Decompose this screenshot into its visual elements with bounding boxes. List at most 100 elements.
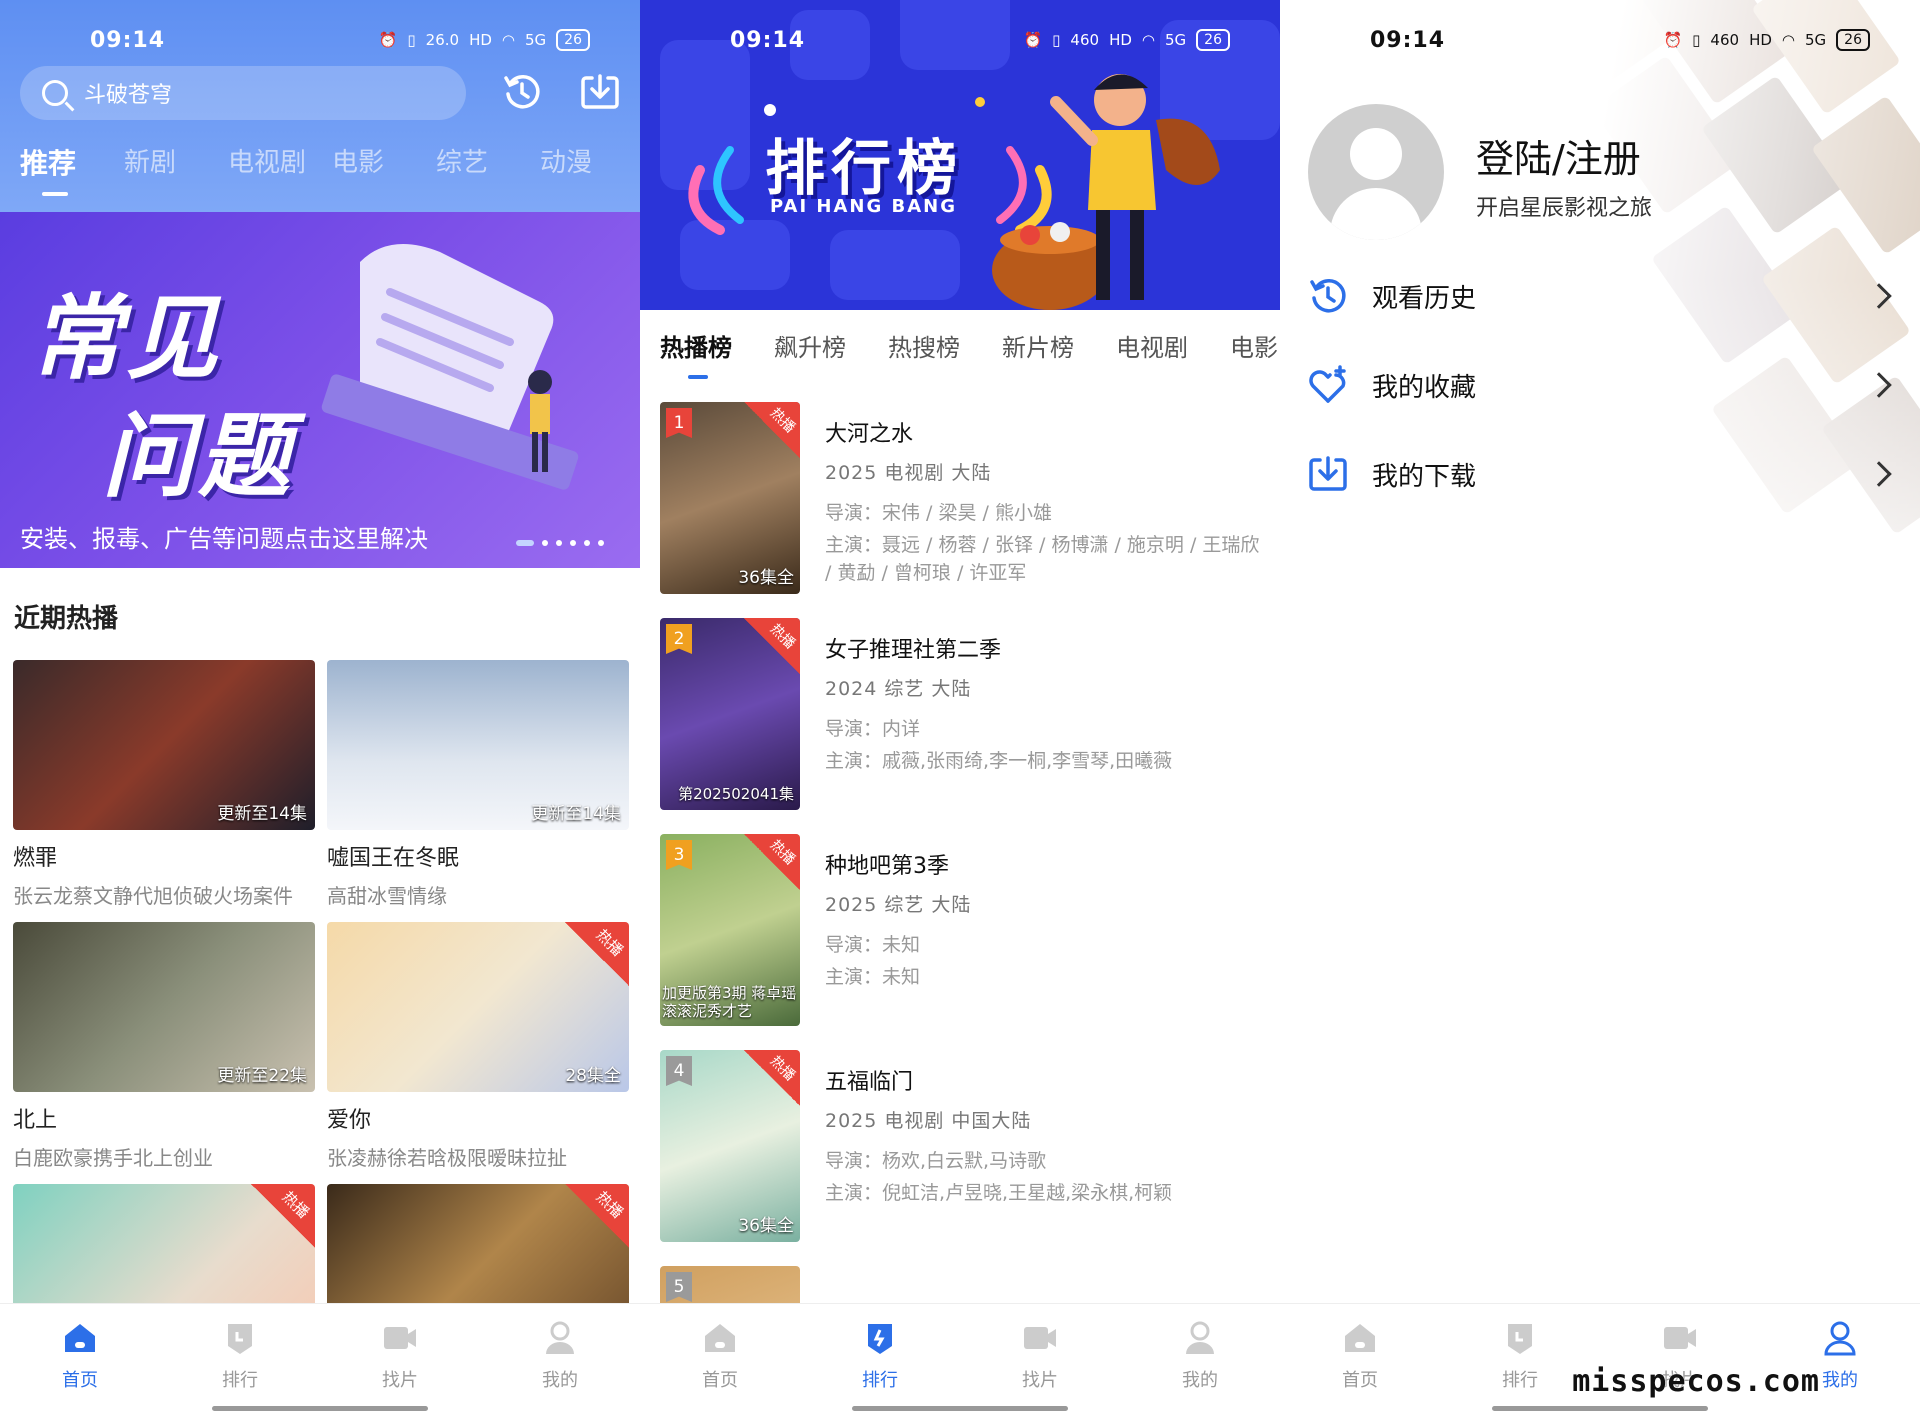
drama-subtitle: 高甜冰雪情缘 <box>327 884 447 908</box>
drama-card[interactable]: 更新至14集 嘘国王在冬眠 高甜冰雪情缘 <box>327 660 629 909</box>
net-speed: 460 <box>1070 31 1100 49</box>
net-speed: 460 <box>1710 31 1740 49</box>
drama-title: 北上 <box>13 1108 58 1133</box>
drama-thumbnail: 更新至14集 <box>13 660 315 830</box>
rank-item[interactable]: 3 热播 加更版第3期 蒋卓瑶滚滚泥秀才艺 种地吧第3季 2025 综艺 大陆 … <box>660 834 1260 1026</box>
drama-subtitle: 张云龙蔡文静代旭侦破火场案件 <box>13 884 293 908</box>
hot-ribbon: 热播 <box>744 1050 800 1106</box>
rank-director: 导演：宋伟 / 梁昊 / 熊小雄 <box>825 502 1052 524</box>
hd-icon: HD <box>1749 31 1772 49</box>
heart-plus-icon <box>1309 365 1346 403</box>
banner-pager <box>516 540 604 546</box>
rank-director: 导演：未知 <box>825 934 921 956</box>
episode-badge: 更新至14集 <box>531 804 621 824</box>
rank-meta: 2025 综艺 大陆 <box>825 894 972 916</box>
chevron-right-icon <box>1866 283 1892 309</box>
vibrate-icon: ▯ <box>1052 31 1061 49</box>
user-icon <box>1824 1321 1856 1356</box>
wifi-icon: ◠ <box>1781 31 1795 49</box>
alarm-icon: ⏰ <box>1023 31 1043 49</box>
banner-caption: 安装、报毒、广告等问题点击这里解决 <box>20 525 428 553</box>
avatar[interactable] <box>1308 104 1444 240</box>
rank-title: 五福临门 <box>825 1070 914 1095</box>
tab-new-drama[interactable]: 新剧 <box>124 142 228 182</box>
rank-number: 3 <box>666 840 692 870</box>
rank-meta: 2024 综艺 大陆 <box>825 678 972 700</box>
nav-home[interactable]: 首页 <box>30 1318 130 1423</box>
battery-icon: 26 <box>1196 29 1230 51</box>
hot-ribbon: 热播 <box>744 402 800 458</box>
home-indicator <box>212 1406 428 1411</box>
menu-favorites[interactable]: 我的收藏 <box>1306 355 1896 415</box>
tab-search[interactable]: 热搜榜 <box>888 328 960 363</box>
home-screen: 09:14 ⏰ ▯ 26.0 HD ◠ 5G 26 斗破苍穹 推荐 新剧 电视剧… <box>0 0 640 1423</box>
bottom-nav: 首页 排行 找片 我的 <box>1280 1303 1920 1423</box>
rank-cast: 主演：戚薇,张雨绮,李一桐,李雪琴,田曦薇 <box>825 750 1173 772</box>
drama-subtitle: 白鹿欧豪携手北上创业 <box>13 1146 213 1170</box>
rank-poster: 3 热播 加更版第3期 蒋卓瑶滚滚泥秀才艺 <box>660 834 800 1026</box>
tab-tv[interactable]: 电视剧 <box>228 142 332 182</box>
rank-item[interactable]: 1 热播 36集全 大河之水 2025 电视剧 大陆 导演：宋伟 / 梁昊 / … <box>660 402 1260 594</box>
tab-tv[interactable]: 电视剧 <box>1116 328 1188 363</box>
search-placeholder: 斗破苍穹 <box>84 83 173 108</box>
status-bar: 09:14 ⏰ ▯ 460 HD ◠ 5G 26 <box>640 0 1280 80</box>
nav-home[interactable]: 首页 <box>1310 1318 1410 1423</box>
rank-item[interactable]: 2 热播 第202502041集 女子推理社第二季 2024 综艺 大陆 导演：… <box>660 618 1260 810</box>
poster-caption: 加更版第3期 蒋卓瑶滚滚泥秀才艺 <box>662 984 797 1020</box>
banner-line2: 问题 <box>102 403 295 510</box>
faq-banner[interactable]: 常见 问题 安装、报毒、广告等问题点击这里解决 <box>0 212 640 568</box>
tab-rising[interactable]: 飙升榜 <box>774 328 846 363</box>
hot-ribbon: 热播 <box>744 618 800 674</box>
rank-icon <box>1508 1324 1532 1354</box>
history-icon <box>1310 279 1346 313</box>
drama-thumbnail: 热播 28集全 <box>327 922 629 1092</box>
rank-number: 4 <box>666 1056 692 1086</box>
user-icon <box>1186 1321 1214 1354</box>
status-time: 09:14 <box>1370 27 1446 53</box>
rank-number: 5 <box>666 1272 692 1302</box>
tab-anime[interactable]: 动漫 <box>540 142 640 182</box>
episode-badge: 更新至14集 <box>217 804 307 824</box>
rank-item[interactable]: 4 热播 36集全 五福临门 2025 电视剧 中国大陆 导演：杨欢,白云默,马… <box>660 1050 1260 1242</box>
menu-downloads[interactable]: 我的下载 <box>1306 444 1896 504</box>
watermark: misspecos.com <box>1572 1364 1820 1399</box>
scroll-illustration <box>321 244 579 490</box>
drama-card[interactable]: 更新至14集 燃罪 张云龙蔡文静代旭侦破火场案件 <box>13 660 315 909</box>
home-indicator <box>1492 1406 1708 1411</box>
home-header: 09:14 ⏰ ▯ 26.0 HD ◠ 5G 26 斗破苍穹 推荐 新剧 电视剧… <box>0 0 640 212</box>
nav-mine[interactable]: 我的 <box>510 1318 610 1423</box>
tab-new[interactable]: 新片榜 <box>1002 328 1074 363</box>
rank-poster: 4 热播 36集全 <box>660 1050 800 1242</box>
rank-title: 种地吧第3季 <box>825 854 949 879</box>
nav-home[interactable]: 首页 <box>670 1318 770 1423</box>
mascot-illustration <box>992 74 1220 310</box>
drama-card[interactable]: 更新至22集 北上 白鹿欧豪携手北上创业 <box>13 922 315 1171</box>
section-title: 近期热播 <box>14 604 119 634</box>
home-icon <box>65 1324 95 1352</box>
search-icon <box>42 80 68 106</box>
drama-card[interactable]: 热播 28集全 爱你 张凌赫徐若晗极限暧昧拉扯 <box>327 922 629 1171</box>
alarm-icon: ⏰ <box>1663 31 1683 49</box>
user-icon <box>546 1321 574 1354</box>
nav-mine[interactable]: 我的 <box>1150 1318 1250 1423</box>
rank-tabs: 热播榜 飙升榜 热搜榜 新片榜 电视剧 电影 <box>660 328 1280 379</box>
rank-meta: 2025 电视剧 大陆 <box>825 462 992 484</box>
tab-recommend[interactable]: 推荐 <box>20 142 124 196</box>
tab-movie[interactable]: 电影 <box>332 142 436 182</box>
tab-variety[interactable]: 综艺 <box>436 142 540 182</box>
tab-movie[interactable]: 电影 <box>1230 328 1278 363</box>
signal-icon: 5G <box>1805 31 1827 49</box>
poster-caption: 第202502041集 <box>678 785 794 803</box>
drama-title: 爱你 <box>327 1108 372 1133</box>
menu-watch-history[interactable]: 观看历史 <box>1306 266 1896 326</box>
drama-title: 燃罪 <box>13 846 58 871</box>
video-icon <box>384 1327 416 1349</box>
login-register-link[interactable]: 登陆/注册 <box>1476 128 1641 183</box>
home-icon <box>705 1324 735 1352</box>
tab-hot[interactable]: 热播榜 <box>660 328 732 379</box>
episode-badge: 更新至22集 <box>217 1066 307 1086</box>
hot-ribbon: 热播 <box>251 1184 315 1248</box>
bottom-nav: 首页 排行 找片 我的 <box>0 1303 640 1423</box>
status-bar: 09:14 ⏰ ▯ 26.0 HD ◠ 5G 26 <box>0 0 640 80</box>
status-time: 09:14 <box>730 27 806 53</box>
